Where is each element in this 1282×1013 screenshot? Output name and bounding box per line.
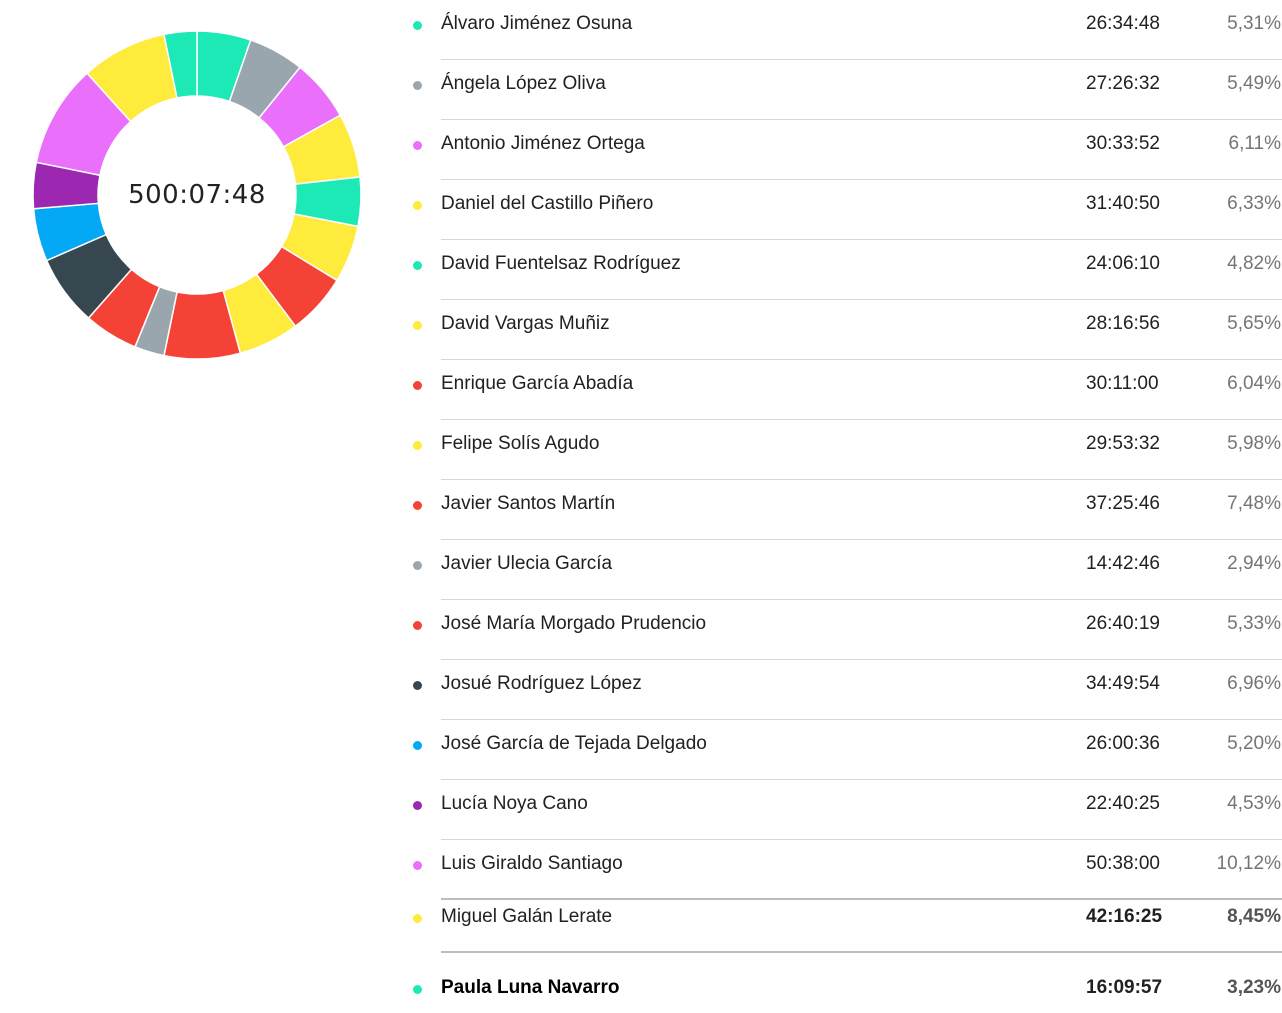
legend-percent: 6,96% — [1227, 673, 1281, 694]
legend-percent: 4,53% — [1227, 793, 1281, 814]
legend-row[interactable]: Luis Giraldo Santiago 50:38:00 10,12% — [405, 840, 1282, 900]
legend-percent: 5,20% — [1227, 733, 1281, 754]
legend-time: 30:33:52 — [1086, 133, 1160, 154]
legend-time: 26:34:48 — [1086, 13, 1160, 34]
legend-row[interactable]: Paula Luna Navarro 16:09:57 3,23% — [405, 953, 1282, 1013]
donut-chart: 500:07:48 — [30, 28, 364, 362]
legend-name: Lucía Noya Cano — [441, 793, 588, 814]
legend-row[interactable]: José María Morgado Prudencio 26:40:19 5,33… — [405, 600, 1282, 660]
legend-color-dot — [413, 741, 422, 750]
legend-list: Álvaro Jiménez Osuna 26:34:48 5,31% Ángela … — [405, 0, 1282, 1013]
legend-percent: 7,48% — [1227, 493, 1281, 514]
legend-name: Miguel Galán Lerate — [441, 906, 613, 927]
legend-row[interactable]: Ángela López Oliva 27:26:32 5,49% — [405, 60, 1282, 120]
legend-color-dot — [413, 914, 422, 923]
legend-name: Ángela López Oliva — [441, 73, 606, 94]
legend-row[interactable]: Álvaro Jiménez Osuna 26:34:48 5,31% — [405, 0, 1282, 60]
legend-percent: 5,98% — [1227, 433, 1281, 454]
legend-color-dot — [413, 141, 422, 150]
legend-time: 30:11:00 — [1086, 373, 1159, 394]
legend-name: Daniel del Castillo Piñero — [441, 193, 654, 214]
legend-percent: 6,04% — [1227, 373, 1281, 394]
legend-name: Enrique García Abadía — [441, 373, 634, 394]
legend-percent: 4,82% — [1227, 253, 1281, 274]
legend-percent: 5,31% — [1227, 13, 1281, 34]
legend-percent: 5,65% — [1227, 313, 1281, 334]
legend-name: David Vargas Muñiz — [441, 313, 610, 334]
legend-time: 22:40:25 — [1086, 793, 1160, 814]
legend-row[interactable]: Miguel Galán Lerate 42:16:25 8,45% — [405, 900, 1282, 953]
legend-color-dot — [413, 621, 422, 630]
legend-color-dot — [413, 501, 422, 510]
legend-row[interactable]: Lucía Noya Cano 22:40:25 4,53% — [405, 780, 1282, 840]
legend-color-dot — [413, 801, 422, 810]
legend-time: 31:40:50 — [1086, 193, 1160, 214]
legend-row[interactable]: Enrique García Abadía 30:11:00 6,04% — [405, 360, 1282, 420]
legend-color-dot — [413, 21, 422, 30]
legend-color-dot — [413, 201, 422, 210]
legend-color-dot — [413, 441, 422, 450]
legend-name: Javier Ulecia García — [441, 553, 613, 574]
legend-name: Antonio Jiménez Ortega — [441, 133, 645, 154]
legend-row[interactable]: Josué Rodríguez López 34:49:54 6,96% — [405, 660, 1282, 720]
legend-row[interactable]: Javier Santos Martín 37:25:46 7,48% — [405, 480, 1282, 540]
legend-percent: 6,11% — [1228, 133, 1281, 154]
legend-name: Javier Santos Martín — [441, 493, 616, 514]
legend-time: 26:40:19 — [1086, 613, 1160, 634]
legend-row[interactable]: Antonio Jiménez Ortega 30:33:52 6,11% — [405, 120, 1282, 180]
legend-name: Paula Luna Navarro — [441, 977, 620, 998]
legend-time: 37:25:46 — [1086, 493, 1160, 514]
legend-color-dot — [413, 561, 422, 570]
legend-color-dot — [413, 81, 422, 90]
donut-chart-svg — [32, 30, 362, 360]
legend-time: 34:49:54 — [1086, 673, 1160, 694]
legend-time: 27:26:32 — [1086, 73, 1160, 94]
legend-time: 28:16:56 — [1086, 313, 1160, 334]
legend-name: Álvaro Jiménez Osuna — [441, 13, 633, 34]
legend-time: 24:06:10 — [1086, 253, 1160, 274]
legend-name: David Fuentelsaz Rodríguez — [441, 253, 681, 274]
legend-percent: 8,45% — [1227, 906, 1281, 927]
legend-color-dot — [413, 985, 422, 994]
legend-color-dot — [413, 321, 422, 330]
legend-percent: 5,33% — [1227, 613, 1281, 634]
legend-time: 14:42:46 — [1086, 553, 1160, 574]
legend-color-dot — [413, 261, 422, 270]
legend-row[interactable]: David Fuentelsaz Rodríguez 24:06:10 4,82% — [405, 240, 1282, 300]
legend-time: 42:16:25 — [1086, 906, 1163, 927]
legend-name: José María Morgado Prudencio — [441, 613, 707, 634]
legend-percent: 2,94% — [1227, 553, 1281, 574]
legend-color-dot — [413, 861, 422, 870]
legend-percent: 10,12% — [1216, 853, 1281, 874]
legend-name: Luis Giraldo Santiago — [441, 853, 623, 874]
legend-row[interactable]: David Vargas Muñiz 28:16:56 5,65% — [405, 300, 1282, 360]
legend-row[interactable]: Daniel del Castillo Piñero 31:40:50 6,33% — [405, 180, 1282, 240]
legend-color-dot — [413, 681, 422, 690]
legend-percent: 6,33% — [1227, 193, 1281, 214]
legend-name: Josué Rodríguez López — [441, 673, 642, 694]
legend-name: Felipe Solís Agudo — [441, 433, 600, 454]
legend-color-dot — [413, 381, 422, 390]
legend-row[interactable]: José García de Tejada Delgado 26:00:36 5,2… — [405, 720, 1282, 780]
legend-time: 29:53:32 — [1086, 433, 1160, 454]
legend-row[interactable]: Felipe Solís Agudo 29:53:32 5,98% — [405, 420, 1282, 480]
legend-time: 16:09:57 — [1086, 977, 1163, 998]
legend-percent: 3,23% — [1227, 977, 1281, 998]
legend-time: 50:38:00 — [1086, 853, 1160, 874]
legend-name: José García de Tejada Delgado — [441, 733, 707, 754]
legend-time: 26:00:36 — [1086, 733, 1160, 754]
legend-row[interactable]: Javier Ulecia García 14:42:46 2,94% — [405, 540, 1282, 600]
legend-percent: 5,49% — [1227, 73, 1281, 94]
